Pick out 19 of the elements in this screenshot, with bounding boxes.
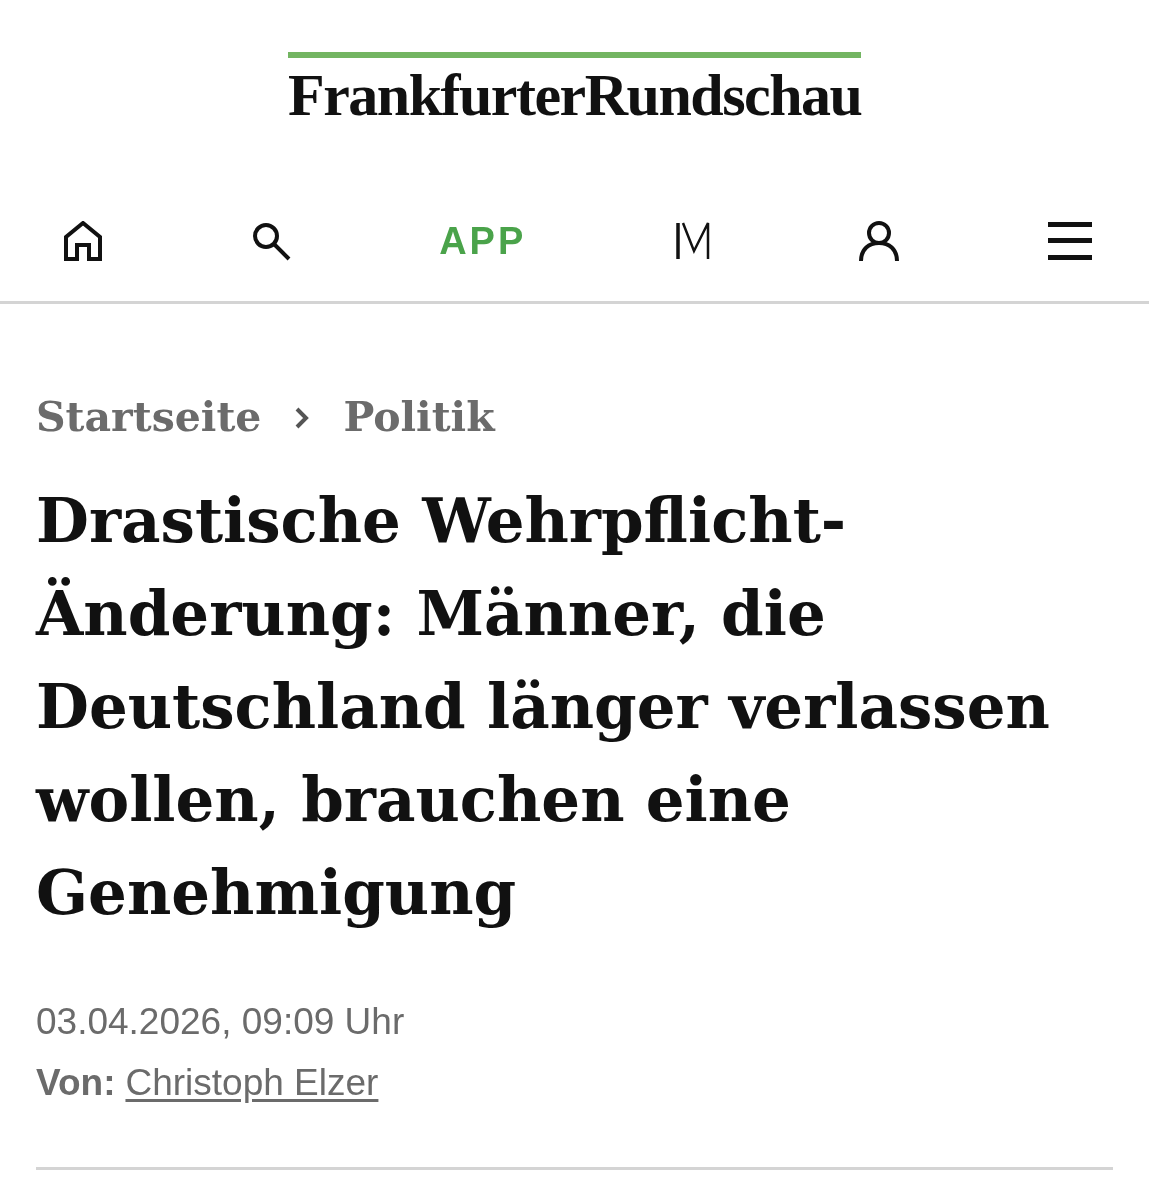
menu-button[interactable] [1047, 221, 1092, 260]
breadcrumb-link[interactable]: Startseite [36, 397, 262, 438]
m-button[interactable] [674, 221, 711, 260]
chevron-right-icon [295, 406, 310, 429]
home-icon [64, 220, 102, 261]
article-headline: Drastische Wehrpflicht-Änderung: Männer, die Deutschland länger verlassen wollen, brauchen eine Genehmigung [36, 484, 1051, 930]
account-button[interactable] [859, 220, 900, 261]
app-link[interactable]: APP [439, 221, 527, 260]
search-button[interactable] [250, 220, 291, 261]
author-link[interactable]: Christoph Elzer [125, 1064, 379, 1101]
byline-label: Von: [36, 1064, 116, 1101]
menu-icon [1047, 221, 1092, 260]
home-button[interactable] [64, 220, 102, 261]
publish-date: 03.04.2026, 09:09 Uhr [36, 1003, 406, 1040]
breadcrumb-link[interactable]: Politik [343, 397, 495, 438]
search-icon [250, 220, 291, 261]
letter-m-icon [674, 221, 711, 260]
user-icon [859, 220, 900, 261]
site-logo[interactable]: FrankfurterRundschau [288, 52, 861, 124]
